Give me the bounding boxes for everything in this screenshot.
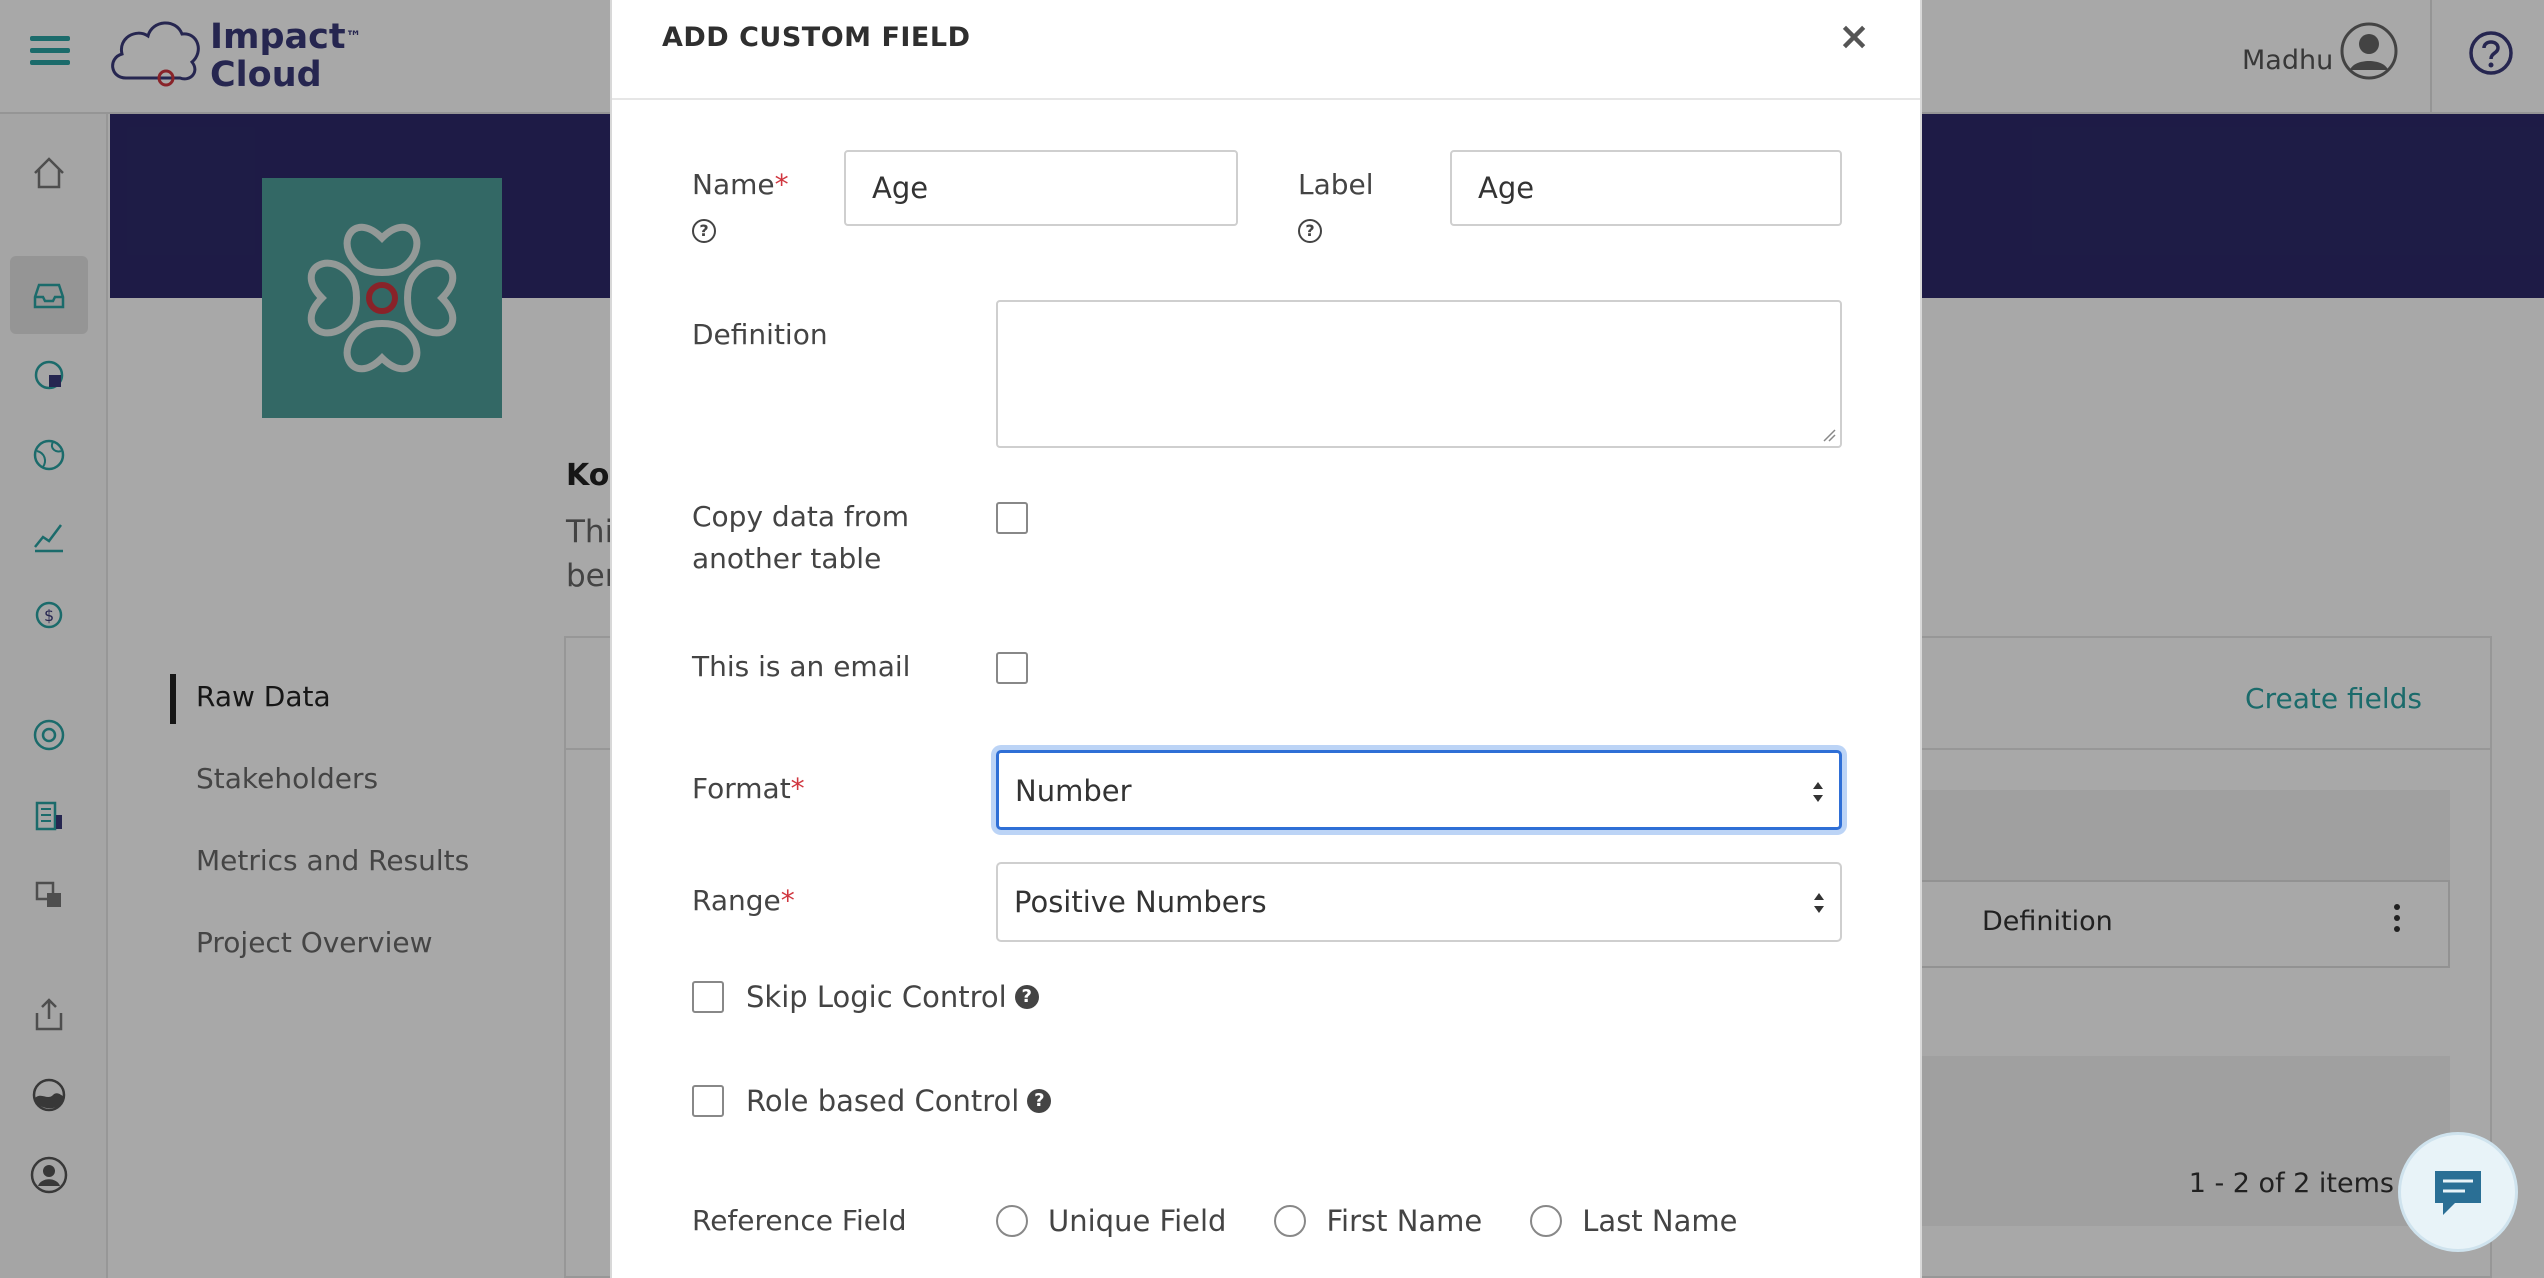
range-selected-value: Positive Numbers	[1014, 885, 1267, 919]
skip-logic-label: Skip Logic Control	[746, 980, 1007, 1014]
name-label: Name* ?	[692, 164, 789, 248]
label-info-icon[interactable]: ?	[1298, 219, 1322, 243]
label-label: Label ?	[1298, 164, 1374, 248]
select-arrows-icon	[1813, 782, 1823, 802]
skip-logic-checkbox[interactable]	[692, 981, 724, 1013]
range-label-text: Range	[692, 884, 781, 917]
radio-label-first-name: First Name	[1326, 1204, 1483, 1238]
radio-first-name[interactable]	[1274, 1205, 1307, 1237]
reference-option-last-name[interactable]: Last Name	[1530, 1204, 1737, 1238]
radio-unique-field[interactable]	[996, 1205, 1028, 1237]
format-label: Format*	[692, 768, 805, 810]
format-select[interactable]: Number	[996, 750, 1842, 830]
select-arrows-icon	[1814, 893, 1824, 913]
range-label: Range*	[692, 880, 795, 922]
reference-option-first-name[interactable]: First Name	[1274, 1204, 1482, 1238]
name-label-text: Name	[692, 168, 775, 201]
copy-data-label: Copy data from another table	[692, 496, 909, 580]
email-checkbox[interactable]	[996, 652, 1028, 684]
modal-title: ADD CUSTOM FIELD	[662, 22, 971, 53]
reference-field-options: Unique Field First Name Last Name	[996, 1204, 1785, 1238]
copy-data-checkbox[interactable]	[996, 502, 1028, 534]
add-custom-field-modal: ADD CUSTOM FIELD × Name* ? Age Label ? A…	[610, 0, 1922, 1278]
label-input[interactable]: Age	[1450, 150, 1842, 226]
radio-label-unique: Unique Field	[1048, 1204, 1227, 1238]
email-label: This is an email	[692, 650, 911, 683]
resize-grip-icon[interactable]	[1822, 428, 1836, 442]
reference-field-label: Reference Field	[692, 1204, 907, 1237]
definition-textarea[interactable]	[996, 300, 1842, 448]
copy-data-label-line-1: Copy data from	[692, 500, 910, 533]
role-based-row: Role based Control ?	[692, 1084, 1052, 1118]
definition-label: Definition	[692, 318, 828, 351]
modal-header: ADD CUSTOM FIELD ×	[612, 0, 1920, 100]
format-label-text: Format	[692, 772, 791, 805]
required-mark: *	[780, 884, 795, 917]
chat-icon	[2435, 1171, 2481, 1215]
role-based-checkbox[interactable]	[692, 1085, 724, 1117]
required-mark: *	[790, 772, 805, 805]
skip-logic-row: Skip Logic Control ?	[692, 980, 1039, 1014]
role-based-label: Role based Control	[746, 1084, 1020, 1118]
format-selected-value: Number	[1015, 774, 1132, 808]
reference-option-unique[interactable]: Unique Field	[996, 1204, 1226, 1238]
role-based-help-icon[interactable]: ?	[1027, 1089, 1052, 1113]
copy-data-label-line-2: another table	[692, 542, 882, 575]
range-select[interactable]: Positive Numbers	[996, 862, 1842, 942]
close-icon[interactable]: ×	[1838, 16, 1870, 56]
chat-widget-button[interactable]	[2398, 1132, 2518, 1252]
name-info-icon[interactable]: ?	[692, 219, 716, 243]
skip-logic-help-icon[interactable]: ?	[1014, 985, 1039, 1009]
radio-last-name[interactable]	[1530, 1205, 1563, 1237]
name-input[interactable]: Age	[844, 150, 1238, 226]
label-label-text: Label	[1298, 168, 1374, 201]
required-mark: *	[774, 168, 789, 201]
radio-label-last-name: Last Name	[1582, 1204, 1738, 1238]
